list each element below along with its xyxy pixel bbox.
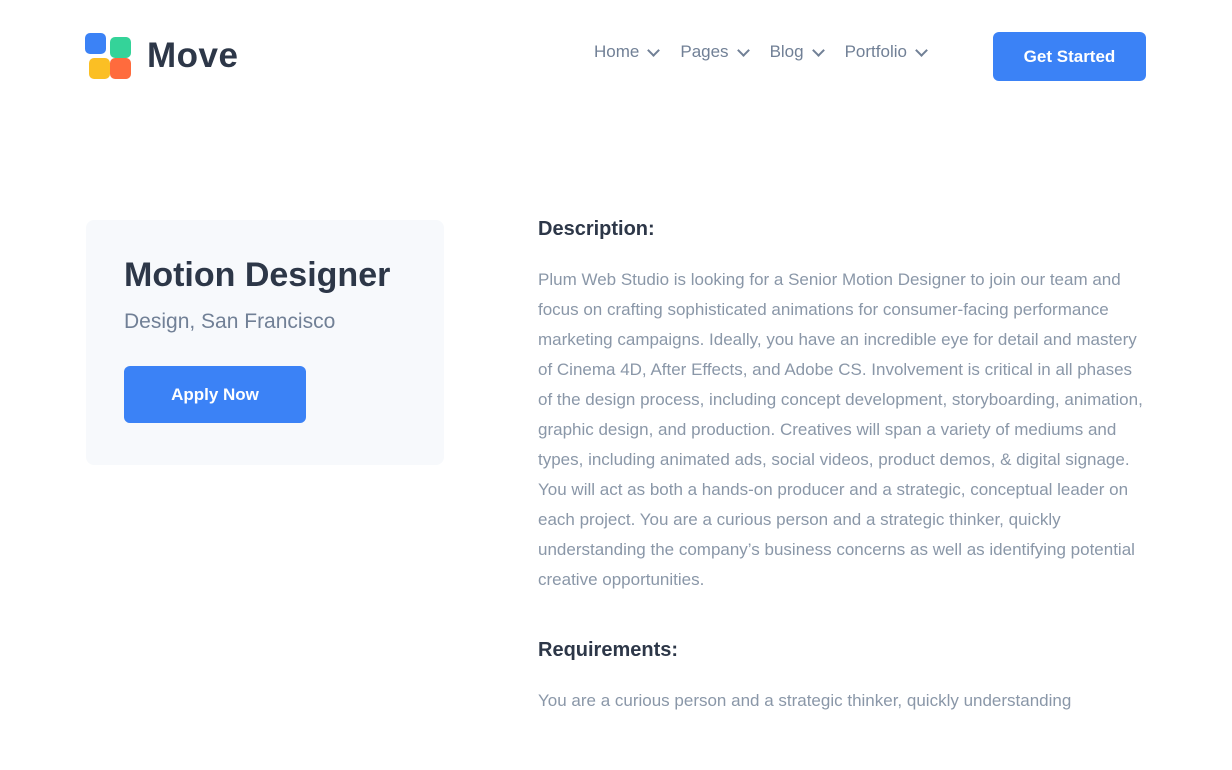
logo-mark-icon — [85, 33, 131, 79]
logo-square-orange — [110, 58, 131, 79]
nav-item-label: Home — [594, 42, 640, 61]
main-nav: Home Pages Blog Portfolio — [594, 42, 948, 62]
site-header: Move Home Pages Blog Portfolio Get Start… — [0, 0, 1232, 110]
brand-name: Move — [147, 36, 239, 75]
nav-item-label: Portfolio — [844, 42, 907, 61]
logo-square-yellow — [89, 58, 110, 79]
nav-item-portfolio[interactable]: Portfolio — [844, 42, 928, 62]
chevron-down-icon — [736, 43, 750, 57]
chevron-down-icon — [915, 43, 928, 57]
requirements-heading: Requirements: — [538, 639, 679, 661]
requirements-text: You are a curious person and a strategic… — [538, 691, 1072, 710]
description-text: Plum Web Studio is looking for a Senior … — [538, 270, 1143, 589]
nav-item-home[interactable]: Home — [594, 42, 661, 62]
get-started-button[interactable]: Get Started — [993, 32, 1146, 81]
job-details: Description: Plum Web Studio is looking … — [538, 218, 1150, 716]
brand-logo[interactable]: Move — [85, 33, 238, 79]
nav-item-label: Blog — [769, 42, 804, 61]
chevron-down-icon — [811, 43, 825, 57]
job-title: Motion Designer — [124, 256, 391, 294]
description-heading: Description: — [538, 218, 655, 240]
nav-item-label: Pages — [680, 42, 729, 61]
nav-item-pages[interactable]: Pages — [680, 42, 750, 62]
logo-square-blue — [85, 33, 106, 54]
job-department-location: Design, San Francisco — [124, 310, 336, 333]
nav-item-blog[interactable]: Blog — [769, 42, 825, 62]
apply-now-button[interactable]: Apply Now — [124, 366, 306, 423]
job-summary-card: Motion Designer Design, San Francisco Ap… — [86, 220, 444, 465]
chevron-down-icon — [647, 43, 661, 57]
logo-square-green — [110, 37, 131, 58]
